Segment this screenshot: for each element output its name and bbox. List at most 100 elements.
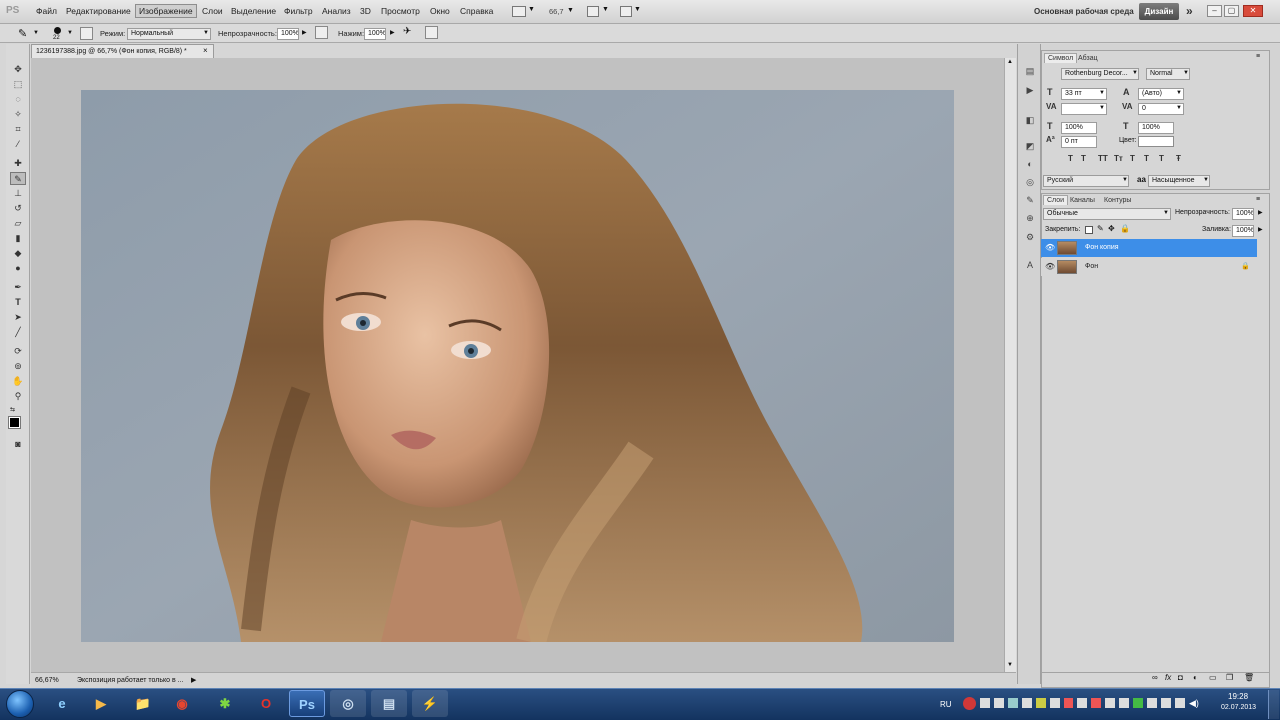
history-panel-icon[interactable]: ▤ [1022,65,1038,78]
status-zoom[interactable]: 66,67% [35,677,59,684]
vertical-scale-input[interactable]: 100% [1061,122,1097,134]
menu-item-7[interactable]: 3D [360,6,371,16]
taskbar-media-player-icon[interactable]: ▶ [83,690,119,717]
layer-row[interactable]: 👁 Фон копия [1041,239,1257,257]
3d-rotate-tool-icon[interactable]: ⟳ [10,345,26,358]
font-family-select[interactable]: Rothenburg Decor... [1061,68,1139,80]
tray-icon[interactable] [1147,698,1158,708]
brushes-panel-icon[interactable]: ✎ [1022,194,1038,207]
menu-item-0[interactable]: Файл [36,6,57,16]
menu-item-3[interactable]: Слои [202,6,223,16]
menu-item-5[interactable]: Фильтр [284,6,313,16]
tab-layers[interactable]: Слои [1043,195,1069,205]
close-tab-icon[interactable]: × [203,46,208,55]
chevron-down-icon[interactable]: ▼ [1099,90,1105,96]
taskbar-green-app-icon[interactable]: ✱ [207,690,243,717]
brush-preset-dot[interactable] [54,27,61,34]
text-style-button-1[interactable]: T [1081,154,1086,163]
recording-icon[interactable] [963,696,976,710]
marquee-tool-icon[interactable]: ⬚ [10,78,26,91]
opacity-input[interactable]: 100% [277,28,299,40]
chevron-down-icon[interactable]: ▼ [1163,210,1169,216]
tray-icon[interactable] [1119,698,1130,708]
taskbar-window-icon[interactable]: ▤ [371,690,407,717]
text-style-button-7[interactable]: Ŧ [1176,154,1181,163]
chevron-down-icon[interactable]: ▼ [1176,105,1182,111]
tablet-opacity-icon[interactable] [315,26,328,39]
taskbar-app-icon[interactable]: ◎ [330,690,366,717]
workspace-more-button[interactable]: » [1186,4,1193,18]
toolbar-arrange-icon[interactable] [512,6,526,17]
clock-date[interactable]: 02.07.2013 [1221,704,1256,711]
layer-row[interactable]: 👁 Фон 🔒 [1041,258,1257,276]
chevron-down-icon[interactable]: ▼ [67,30,73,36]
scroll-up-icon[interactable]: ▲ [1007,59,1013,65]
brush-tool-icon[interactable]: ✎ [10,172,26,185]
taskbar-photoshop-icon[interactable]: Ps [289,690,325,717]
visibility-eye-icon[interactable]: 👁 [1045,239,1055,257]
panel-menu-icon[interactable]: ≡ [1256,196,1260,203]
dodge-tool-icon[interactable]: ● [10,262,26,275]
quick-select-tool-icon[interactable]: ✧ [10,108,26,121]
mode-select[interactable]: Нормальный [127,28,211,40]
zoom-dropdown-icon[interactable]: ▼ [567,7,574,14]
blur-tool-icon[interactable]: ◆ [10,247,26,260]
clone-source-panel-icon[interactable]: ⊕ [1022,212,1038,225]
lock-pixels-icon[interactable]: ✎ [1097,224,1104,233]
tray-icon[interactable] [1091,698,1102,708]
minimize-button[interactable]: – [1207,5,1222,17]
menu-item-8[interactable]: Просмотр [381,6,420,16]
tray-icon[interactable] [1007,698,1018,708]
tray-icon[interactable] [1021,698,1032,708]
menu-item-6[interactable]: Анализ [322,6,351,16]
tray-icon[interactable] [1161,698,1172,708]
healing-tool-icon[interactable]: ✚ [10,157,26,170]
tray-icon[interactable] [1035,698,1046,708]
lasso-tool-icon[interactable]: ◌ [10,93,26,106]
taskbar-ie-icon[interactable]: e [44,690,80,717]
antialias-select[interactable]: Насыщенное [1148,175,1210,187]
lock-all-icon[interactable]: 🔒 [1120,224,1130,233]
layer-opacity-input[interactable]: 100% [1232,208,1254,220]
flow-input[interactable]: 100% [364,28,386,40]
airbrush-icon[interactable]: ✈ [403,26,411,37]
tab-character[interactable]: Символ [1044,53,1078,63]
taskbar-opera-icon[interactable]: O [248,690,284,717]
chevron-down-icon[interactable]: ▼ [33,30,39,36]
blend-mode-select[interactable]: Обычные [1043,208,1171,220]
workspace-label[interactable]: Основная рабочая среда [1034,7,1134,16]
chevron-down-icon[interactable]: ▼ [203,30,209,36]
visibility-eye-icon[interactable]: 👁 [1045,258,1055,276]
zoom-tool-icon[interactable]: ⚲ [10,390,26,403]
menu-item-4[interactable]: Выделение [231,6,276,16]
styles-panel-icon[interactable]: ◩ [1022,140,1038,153]
taskbar-explorer-icon[interactable]: 📁 [125,690,161,717]
eyedropper-tool-icon[interactable]: ⁄ [10,138,26,151]
brush-tool-icon[interactable]: ✎ [18,27,27,40]
character-panel-icon[interactable]: A [1022,259,1038,272]
color-panel-icon[interactable]: ◧ [1022,114,1038,127]
vertical-scrollbar[interactable]: ▲ ▼ [1004,58,1016,672]
chevron-down-icon[interactable]: ▼ [1099,105,1105,111]
network-icon[interactable] [1175,698,1185,708]
text-style-button-5[interactable]: T [1144,154,1149,163]
eraser-tool-icon[interactable]: ▱ [10,217,26,230]
pen-tool-icon[interactable]: ✒ [10,281,26,294]
menu-item-2[interactable]: Изображение [135,4,197,18]
clone-stamp-tool-icon[interactable]: ⊥ [10,187,26,200]
taskbar-tool-icon[interactable]: ⚡ [412,690,448,717]
tray-icon[interactable] [1063,698,1074,708]
chevron-right-icon[interactable]: ▶ [390,29,395,36]
tray-icon[interactable] [1077,698,1088,708]
clock-time[interactable]: 19:28 [1228,692,1248,701]
actions-panel-icon[interactable]: ▶ [1022,84,1038,97]
horizontal-scale-input[interactable]: 100% [1138,122,1174,134]
fill-input[interactable]: 100% [1232,225,1254,237]
tablet-size-icon[interactable] [425,26,438,39]
text-color-swatch[interactable] [1138,136,1174,147]
restore-button[interactable]: ▢ [1224,5,1239,17]
chevron-down-icon[interactable]: ▼ [634,6,641,13]
lock-position-icon[interactable]: ✥ [1108,224,1115,233]
layer-mask-icon[interactable]: ◘ [1178,673,1183,682]
type-tool-icon[interactable]: T [10,296,26,309]
